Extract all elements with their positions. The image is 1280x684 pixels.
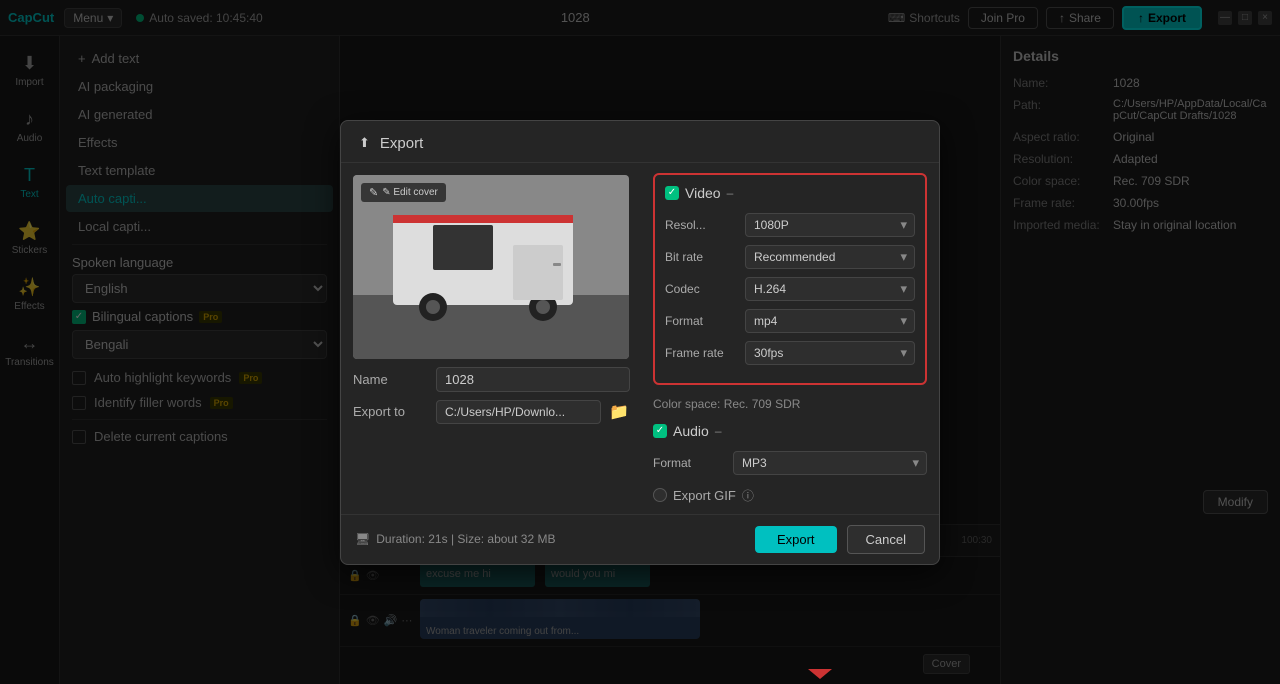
codec-label: Codec [665,282,745,296]
format-label: Format [665,314,745,328]
duration-text: 🖥 Duration: 21s | Size: about 32 MB [355,532,745,546]
name-input[interactable] [436,367,630,392]
preview-pane: ✎ ✎ Edit cover Name Export to C:/Users/H… [341,163,641,514]
export-path-display: C:/Users/HP/Downlo... [436,400,601,424]
dialog-overlay: ⬆ Export [0,0,1280,684]
video-section-header: ✓ Video – [665,185,915,205]
color-space-text: Color space: Rec. 709 SDR [653,397,927,411]
resolution-select[interactable]: 1080P 720P 4K [745,213,915,237]
bitrate-label: Bit rate [665,250,745,264]
resolution-select-wrapper: 1080P 720P 4K [745,213,915,237]
framerate-label: Frame rate [665,346,745,360]
audio-section-header: ✓ Audio – [653,423,927,443]
resolution-label: Resol... [665,218,745,232]
bitrate-select[interactable]: Recommended Low High [745,245,915,269]
audio-section: ✓ Audio – Format MP3 AAC [653,423,927,475]
export-title-icon: ⬆ [359,135,370,151]
folder-browse-button[interactable]: 📁 [609,402,629,422]
dialog-body: ✎ ✎ Edit cover Name Export to C:/Users/H… [341,163,939,514]
name-label: Name [353,372,428,387]
name-row: Name [353,367,629,392]
export-to-label: Export to [353,404,428,419]
export-gif-section: Export GIF ⓘ [653,487,927,504]
audio-format-row: Format MP3 AAC [653,451,927,475]
format-select[interactable]: mp4 mov [745,309,915,333]
export-dialog: ⬆ Export [340,120,940,565]
framerate-row: Frame rate 30fps 24fps 60fps [665,341,915,365]
arrow-pointer [808,649,832,679]
codec-select[interactable]: H.264 H.265 [745,277,915,301]
preview-image: ✎ ✎ Edit cover [353,175,629,359]
video-checkbox[interactable]: ✓ [665,186,679,200]
preview-svg [353,175,629,359]
export-to-row: Export to C:/Users/HP/Downlo... 📁 [353,400,629,424]
format-select-wrapper: mp4 mov [745,309,915,333]
gif-info-icon: ⓘ [742,487,754,504]
framerate-select-wrapper: 30fps 24fps 60fps [745,341,915,365]
resolution-row: Resol... 1080P 720P 4K [665,213,915,237]
audio-format-label: Format [653,456,733,470]
bitrate-row: Bit rate Recommended Low High [665,245,915,269]
export-main-button[interactable]: Export [755,526,837,553]
framerate-select[interactable]: 30fps 24fps 60fps [745,341,915,365]
format-row: Format mp4 mov [665,309,915,333]
preview-thumbnail: ✎ ✎ Edit cover [353,175,629,359]
dialog-footer: 🖥 Duration: 21s | Size: about 32 MB Expo… [341,514,939,564]
dialog-header: ⬆ Export [341,121,939,163]
audio-dash: – [715,424,722,438]
video-section: ✓ Video – Resol... 1080P 720P 4K [653,173,927,385]
audio-checkbox[interactable]: ✓ [653,424,667,438]
cancel-main-button[interactable]: Cancel [847,525,925,554]
codec-select-wrapper: H.264 H.265 [745,277,915,301]
bitrate-select-wrapper: Recommended Low High [745,245,915,269]
gif-checkbox[interactable] [653,488,667,502]
gif-label: Export GIF [673,488,736,503]
audio-format-select[interactable]: MP3 AAC [733,451,927,475]
edit-cover-button[interactable]: ✎ ✎ Edit cover [361,183,446,202]
audio-format-select-wrapper: MP3 AAC [733,451,927,475]
video-dash: – [727,186,734,200]
audio-title: Audio [673,423,709,439]
dialog-title: Export [380,135,423,152]
arrow-svg [808,649,832,679]
video-title: Video [685,185,721,201]
settings-pane: ✓ Video – Resol... 1080P 720P 4K [641,163,939,514]
codec-row: Codec H.264 H.265 [665,277,915,301]
